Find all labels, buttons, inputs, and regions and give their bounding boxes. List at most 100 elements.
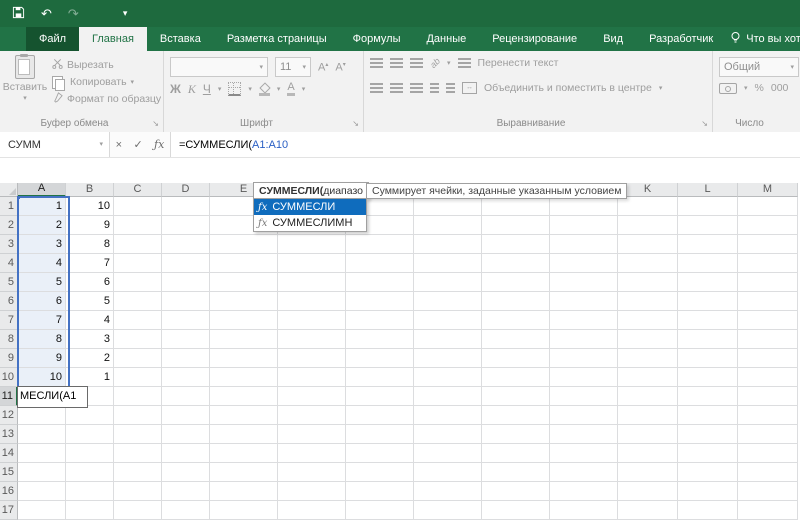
cell-G3[interactable]: [346, 235, 414, 254]
cell-C5[interactable]: [114, 273, 162, 292]
cell-D4[interactable]: [162, 254, 210, 273]
cell-J3[interactable]: [550, 235, 618, 254]
cell-M2[interactable]: [738, 216, 798, 235]
cell-G15[interactable]: [346, 463, 414, 482]
tab-view[interactable]: Вид: [590, 27, 636, 51]
merge-center-label[interactable]: Объединить и поместить в центре: [484, 82, 652, 94]
cell-M15[interactable]: [738, 463, 798, 482]
cell-C17[interactable]: [114, 501, 162, 520]
cell-A1[interactable]: 1: [18, 197, 66, 216]
name-box[interactable]: СУММ ▾: [0, 132, 110, 157]
cell-B14[interactable]: [66, 444, 114, 463]
cell-M4[interactable]: [738, 254, 798, 273]
cell-D9[interactable]: [162, 349, 210, 368]
cell-A15[interactable]: [18, 463, 66, 482]
cell-L16[interactable]: [678, 482, 738, 501]
cell-D11[interactable]: [162, 387, 210, 406]
cell-A17[interactable]: [18, 501, 66, 520]
cell-A8[interactable]: 8: [18, 330, 66, 349]
cell-A5[interactable]: 5: [18, 273, 66, 292]
cell-F14[interactable]: [278, 444, 346, 463]
cell-I7[interactable]: [482, 311, 550, 330]
cell-L9[interactable]: [678, 349, 738, 368]
cell-F8[interactable]: [278, 330, 346, 349]
cell-B1[interactable]: 10: [66, 197, 114, 216]
row-header-17[interactable]: 17: [0, 501, 18, 520]
cell-C7[interactable]: [114, 311, 162, 330]
row-header-4[interactable]: 4: [0, 254, 18, 273]
cell-M12[interactable]: [738, 406, 798, 425]
cell-L12[interactable]: [678, 406, 738, 425]
cell-D1[interactable]: [162, 197, 210, 216]
formula-input[interactable]: =СУММЕСЛИ(A1:A10: [171, 132, 800, 157]
qat-customize-icon[interactable]: ▾: [123, 9, 128, 18]
cell-J7[interactable]: [550, 311, 618, 330]
cell-H1[interactable]: [414, 197, 482, 216]
cell-L11[interactable]: [678, 387, 738, 406]
undo-icon[interactable]: ↶: [41, 7, 52, 20]
cell-D6[interactable]: [162, 292, 210, 311]
wrap-text-label[interactable]: Перенести текст: [478, 57, 559, 69]
cell-F16[interactable]: [278, 482, 346, 501]
cell-F15[interactable]: [278, 463, 346, 482]
cell-L13[interactable]: [678, 425, 738, 444]
cell-J14[interactable]: [550, 444, 618, 463]
cell-G6[interactable]: [346, 292, 414, 311]
row-header-7[interactable]: 7: [0, 311, 18, 330]
row-header-3[interactable]: 3: [0, 235, 18, 254]
cell-D12[interactable]: [162, 406, 210, 425]
copy-button[interactable]: Копировать ▾: [52, 74, 134, 90]
alignment-dialog-launcher-icon[interactable]: ↘: [701, 120, 708, 128]
decrease-indent-icon[interactable]: [430, 83, 439, 93]
font-size-combo[interactable]: 11 ▾: [275, 57, 311, 77]
cell-C3[interactable]: [114, 235, 162, 254]
cell-H9[interactable]: [414, 349, 482, 368]
cell-H14[interactable]: [414, 444, 482, 463]
cell-C11[interactable]: [114, 387, 162, 406]
cell-C2[interactable]: [114, 216, 162, 235]
cell-K8[interactable]: [618, 330, 678, 349]
align-right-icon[interactable]: [410, 83, 423, 93]
cell-F13[interactable]: [278, 425, 346, 444]
cell-I13[interactable]: [482, 425, 550, 444]
number-format-combo[interactable]: Общий ▾: [719, 57, 799, 77]
column-header-A[interactable]: A: [18, 183, 66, 197]
cell-A16[interactable]: [18, 482, 66, 501]
cell-K11[interactable]: [618, 387, 678, 406]
cell-D13[interactable]: [162, 425, 210, 444]
cell-K17[interactable]: [618, 501, 678, 520]
cell-F17[interactable]: [278, 501, 346, 520]
column-header-C[interactable]: C: [114, 183, 162, 197]
cell-G17[interactable]: [346, 501, 414, 520]
cell-H10[interactable]: [414, 368, 482, 387]
cell-D5[interactable]: [162, 273, 210, 292]
cell-K12[interactable]: [618, 406, 678, 425]
cell-D8[interactable]: [162, 330, 210, 349]
cell-I16[interactable]: [482, 482, 550, 501]
cell-M16[interactable]: [738, 482, 798, 501]
cell-H3[interactable]: [414, 235, 482, 254]
tab-home[interactable]: Главная: [79, 27, 147, 51]
italic-button[interactable]: К: [188, 83, 196, 95]
save-icon[interactable]: [12, 6, 25, 21]
cell-E12[interactable]: [210, 406, 278, 425]
cell-L7[interactable]: [678, 311, 738, 330]
cell-I4[interactable]: [482, 254, 550, 273]
cell-L2[interactable]: [678, 216, 738, 235]
cell-J12[interactable]: [550, 406, 618, 425]
cell-J17[interactable]: [550, 501, 618, 520]
cell-H2[interactable]: [414, 216, 482, 235]
cell-A14[interactable]: [18, 444, 66, 463]
cell-G10[interactable]: [346, 368, 414, 387]
cell-E8[interactable]: [210, 330, 278, 349]
wrap-text-icon[interactable]: [458, 58, 471, 68]
cell-H13[interactable]: [414, 425, 482, 444]
cell-J15[interactable]: [550, 463, 618, 482]
cell-L4[interactable]: [678, 254, 738, 273]
cell-H11[interactable]: [414, 387, 482, 406]
cell-M3[interactable]: [738, 235, 798, 254]
cell-G8[interactable]: [346, 330, 414, 349]
cell-I8[interactable]: [482, 330, 550, 349]
cell-L15[interactable]: [678, 463, 738, 482]
cell-G12[interactable]: [346, 406, 414, 425]
